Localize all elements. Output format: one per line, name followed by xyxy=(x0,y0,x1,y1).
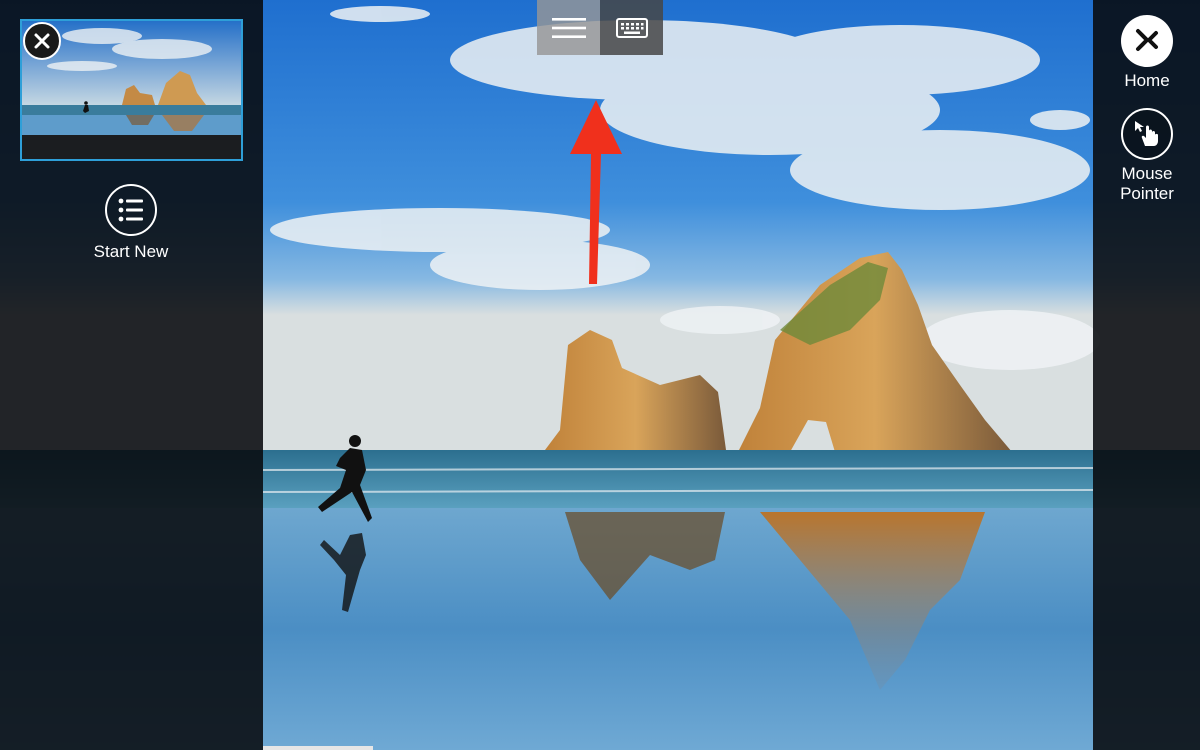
start-new-label: Start New xyxy=(93,242,169,261)
mouse-pointer-button[interactable]: Mouse Pointer xyxy=(1106,108,1188,204)
start-new-button[interactable]: Start New xyxy=(80,184,182,262)
hamburger-menu-icon xyxy=(551,17,586,38)
home-label: Home xyxy=(1124,71,1170,90)
hand-pointer-icon xyxy=(1121,108,1173,160)
thumbnail-footer xyxy=(22,135,241,159)
close-session-button[interactable] xyxy=(23,22,61,60)
mouse-pointer-label: Mouse Pointer xyxy=(1120,164,1174,203)
top-toolbar xyxy=(537,0,663,55)
up-arrow-icon xyxy=(570,100,622,284)
list-icon xyxy=(105,184,157,236)
home-button[interactable]: Home xyxy=(1106,15,1188,91)
keyboard-button[interactable] xyxy=(600,0,663,55)
keyboard-icon xyxy=(615,17,648,38)
scroll-indicator xyxy=(263,746,373,750)
remote-desktop-icon xyxy=(1121,15,1173,67)
menu-button[interactable] xyxy=(537,0,600,55)
close-icon xyxy=(34,33,50,49)
